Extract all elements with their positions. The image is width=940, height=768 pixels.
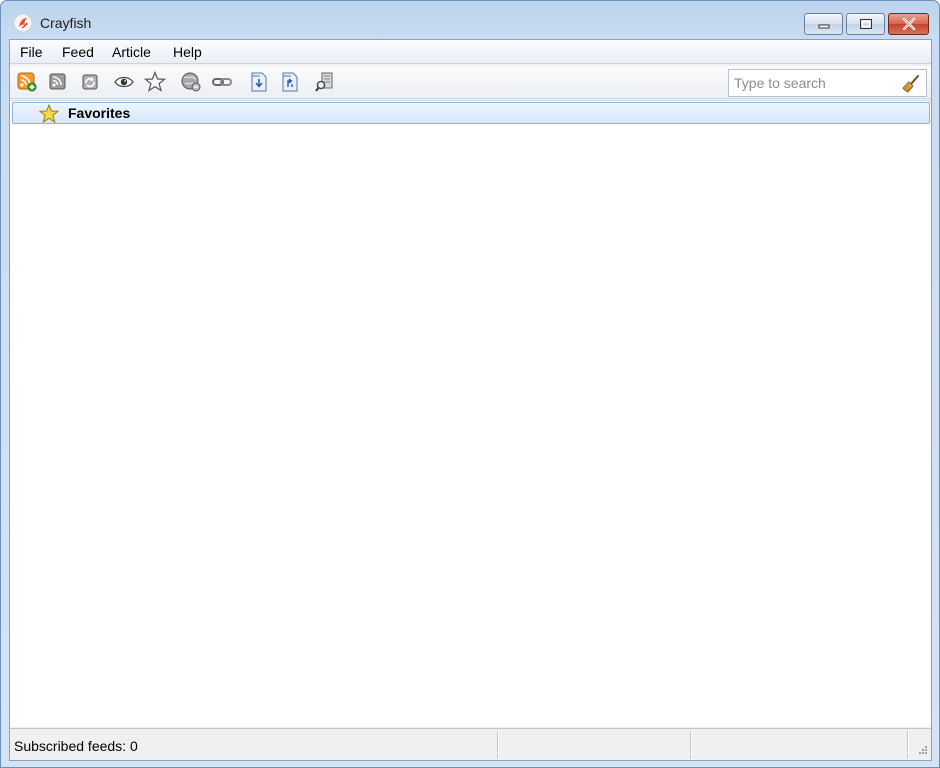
export-icon xyxy=(282,72,298,92)
status-divider xyxy=(907,731,909,759)
close-button[interactable] xyxy=(888,13,929,35)
close-icon xyxy=(902,18,915,30)
favorite-button[interactable] xyxy=(144,71,166,93)
globe-icon xyxy=(181,72,201,92)
feed-tree: Favorites xyxy=(10,100,931,727)
crayfish-app-icon xyxy=(13,13,33,33)
minimize-icon xyxy=(818,24,829,29)
refresh-icon xyxy=(82,74,98,90)
feed-button[interactable] xyxy=(47,71,69,93)
eye-icon xyxy=(114,76,134,88)
menu-article[interactable]: Article xyxy=(112,44,151,60)
export-button[interactable] xyxy=(279,71,301,93)
status-bar: Subscribed feeds: 0 xyxy=(10,728,931,760)
menu-feed[interactable]: Feed xyxy=(62,44,94,60)
app-window: Crayfish File Feed Article Help Type to … xyxy=(0,0,940,768)
favorites-star-icon xyxy=(39,104,59,124)
maximize-icon xyxy=(859,19,872,29)
minimize-button[interactable] xyxy=(804,13,843,35)
title-bar[interactable]: Crayfish xyxy=(1,1,939,39)
add-feed-icon xyxy=(17,72,37,92)
tree-item-favorites[interactable]: Favorites xyxy=(12,102,930,124)
refresh-button[interactable] xyxy=(78,71,100,93)
status-divider xyxy=(690,731,692,759)
search-box xyxy=(728,69,927,97)
status-subscribed-feeds: Subscribed feeds: 0 xyxy=(14,738,138,754)
resize-grip-icon[interactable] xyxy=(915,744,929,758)
menu-bar: File Feed Article Help xyxy=(10,40,931,64)
link-icon xyxy=(212,78,232,86)
feed-icon xyxy=(49,73,66,90)
client-area: File Feed Article Help Type to search Fa… xyxy=(9,39,932,761)
document-search-icon xyxy=(315,72,333,92)
copy-link-button[interactable] xyxy=(211,71,233,93)
status-divider xyxy=(497,731,499,759)
find-button[interactable] xyxy=(315,71,337,93)
add-feed-button[interactable] xyxy=(16,71,38,93)
import-icon xyxy=(251,72,267,92)
menu-file[interactable]: File xyxy=(20,44,43,60)
mark-read-button[interactable] xyxy=(113,71,135,93)
menu-help[interactable]: Help xyxy=(173,44,202,60)
clear-search-broom-icon[interactable] xyxy=(901,74,921,94)
search-input[interactable] xyxy=(729,70,895,96)
toolbar xyxy=(10,66,931,99)
maximize-button[interactable] xyxy=(846,13,885,35)
favorites-label: Favorites xyxy=(68,105,131,121)
open-in-browser-button[interactable] xyxy=(180,71,202,93)
star-icon xyxy=(144,71,166,92)
window-title: Crayfish xyxy=(40,15,92,31)
import-button[interactable] xyxy=(248,71,270,93)
